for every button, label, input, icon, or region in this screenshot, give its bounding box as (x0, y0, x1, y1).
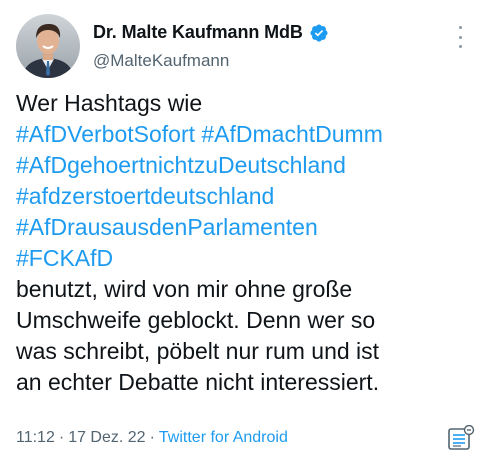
hashtag-link[interactable]: #afdzerstoertdeutschland (16, 183, 274, 209)
avatar[interactable] (16, 14, 80, 78)
tweet-date[interactable]: 17 Dez. 22 (68, 429, 145, 447)
tweet-card: Dr. Malte Kaufmann MdB @MalteKaufmann We… (0, 0, 487, 472)
tweet-text-line: was schreibt, pöbelt nur rum und ist (16, 338, 380, 364)
hashtag-link[interactable]: #FCKAfD (16, 245, 113, 271)
meta-separator: · (58, 429, 65, 446)
author-display-name[interactable]: Dr. Malte Kaufmann MdB (93, 22, 303, 43)
tweet-metadata: 11:12 · 17 Dez. 22 · Twitter for Android (16, 429, 288, 447)
tweet-text-line: an echter Debatte nicht interessiert. (16, 369, 380, 395)
hashtag-link[interactable]: #AfDmachtDumm (201, 121, 382, 147)
tweet-text: Wer Hashtags wie #AfDVerbotSofort #AfDma… (16, 88, 476, 398)
more-options-icon[interactable] (453, 26, 467, 48)
avatar-photo-icon (16, 14, 80, 78)
hashtag-link[interactable]: #AfDrausausdenParlamenten (16, 214, 318, 240)
hashtag-link[interactable]: #AfDgehoertnichtzuDeutschland (16, 152, 346, 178)
verified-badge-icon (309, 23, 329, 43)
tweet-text-line: benutzt, wird von mir ohne große (16, 276, 353, 302)
tweet-analytics-icon[interactable] (447, 425, 475, 451)
tweet-source-link[interactable]: Twitter for Android (159, 429, 288, 447)
meta-separator: · (149, 429, 155, 446)
author-handle[interactable]: @MalteKaufmann (93, 51, 229, 71)
hashtag-link[interactable]: #AfDVerbotSofort (16, 121, 195, 147)
tweet-intro: Wer Hashtags wie (16, 90, 203, 116)
author-name-row: Dr. Malte Kaufmann MdB (93, 22, 329, 43)
tweet-time[interactable]: 11:12 (16, 429, 55, 447)
tweet-text-line: Umschweife geblockt. Denn wer so (16, 307, 376, 333)
